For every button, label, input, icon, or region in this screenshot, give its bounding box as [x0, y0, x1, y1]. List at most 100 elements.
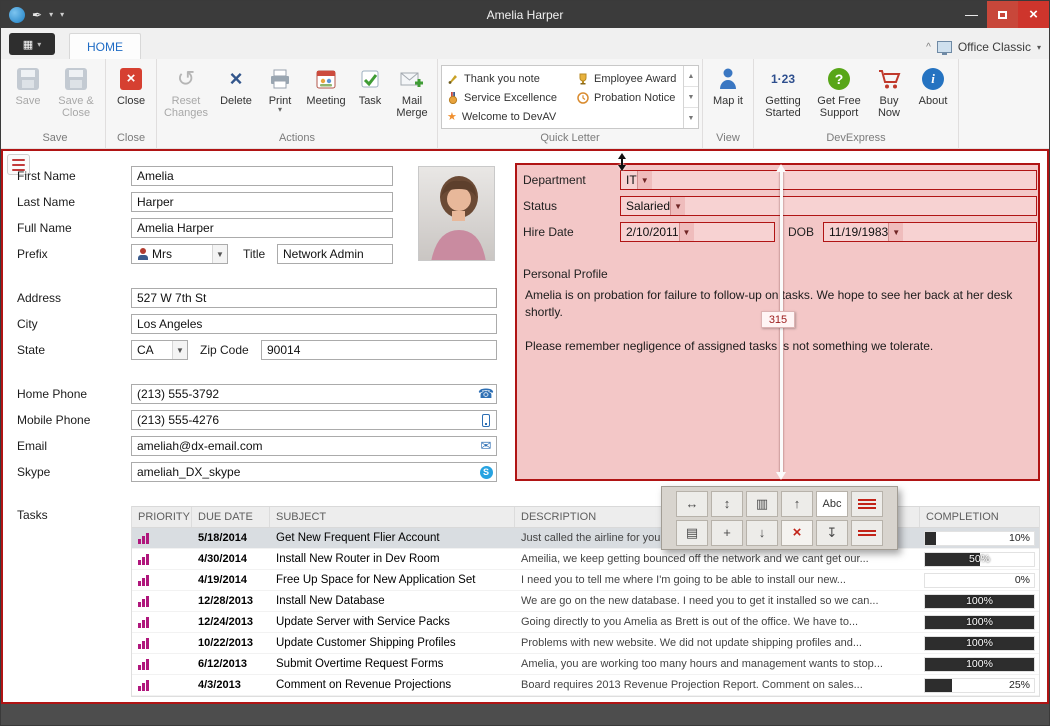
- add-item-icon[interactable]: +: [711, 520, 743, 546]
- save-button[interactable]: Save: [8, 62, 48, 128]
- tasks-grid-body: 5/18/2014 Get New Frequent Flier Account…: [132, 528, 1039, 696]
- table-row[interactable]: 10/22/2013 Update Customer Shipping Prof…: [132, 633, 1039, 654]
- progress-label: 100%: [925, 616, 1034, 629]
- chevron-down-icon[interactable]: ▼: [670, 197, 685, 215]
- stretch-horizontal-icon[interactable]: ↔: [676, 491, 708, 517]
- progress-label: 100%: [925, 658, 1034, 671]
- table-row[interactable]: 12/24/2013 Update Server with Service Pa…: [132, 612, 1039, 633]
- title-input[interactable]: Network Admin: [277, 244, 393, 264]
- description-cell: Board requires 2013 Revenue Projection R…: [515, 679, 920, 691]
- remove-item-icon[interactable]: ×: [781, 520, 813, 546]
- gallery-down-icon[interactable]: ▼: [684, 86, 698, 107]
- about-button[interactable]: i About: [911, 62, 955, 128]
- column-header-priority[interactable]: PRIORITY: [132, 507, 192, 527]
- due-date-cell: 4/19/2014: [192, 574, 270, 586]
- red-lines-icon[interactable]: [851, 491, 883, 517]
- ink-pen-icon[interactable]: ✒: [32, 9, 42, 21]
- collapse-ribbon-icon[interactable]: ^: [926, 42, 931, 53]
- getting-started-button[interactable]: 1·23 Getting Started: [757, 62, 809, 128]
- get-free-support-button[interactable]: ? Get Free Support: [811, 62, 867, 128]
- quick-letter-item[interactable]: Probation Notice: [572, 88, 683, 107]
- maximize-button[interactable]: [987, 1, 1018, 28]
- move-down-icon[interactable]: ↓: [746, 520, 778, 546]
- application-menu-button[interactable]: ▦▾: [9, 33, 55, 55]
- column-header-subject[interactable]: SUBJECT: [270, 507, 515, 527]
- group-caption-quick-letter: Quick Letter: [441, 132, 699, 147]
- table-row[interactable]: 5/18/2014 Get New Frequent Flier Account…: [132, 528, 1039, 549]
- completion-cell: 0%: [920, 573, 1039, 588]
- qat-dropdown-icon[interactable]: ▾: [60, 10, 64, 19]
- personal-profile-memo[interactable]: Amelia is on probation for failure to fo…: [525, 287, 1030, 372]
- home-phone-input[interactable]: (213) 555-3792☎: [131, 384, 497, 404]
- table-row[interactable]: 6/12/2013 Submit Overtime Request Forms …: [132, 654, 1039, 675]
- abc-label-button[interactable]: Abc: [816, 491, 848, 517]
- delete-button[interactable]: × Delete: [214, 62, 258, 128]
- chevron-down-icon[interactable]: ▼: [212, 245, 227, 263]
- quick-letter-item[interactable]: ★ Welcome to DevAV: [442, 107, 572, 126]
- group-caption-devexpress: DevExpress: [757, 132, 955, 147]
- priority-cell: [132, 595, 192, 607]
- chevron-down-icon[interactable]: ▼: [679, 223, 694, 241]
- envelope-icon[interactable]: ✉: [476, 438, 496, 454]
- mobile-phone-input[interactable]: (213) 555-4276: [131, 410, 497, 430]
- table-row[interactable]: 4/30/2014 Install New Router in Dev Room…: [132, 549, 1039, 570]
- dob-picker[interactable]: 11/19/1983▼: [823, 222, 1037, 242]
- skype-icon[interactable]: S: [476, 466, 496, 479]
- app-window: ✒ ▾ ▾ Amelia Harper — × ▦▾ HOME ^ Office…: [0, 0, 1050, 726]
- map-it-button[interactable]: Map it: [706, 62, 750, 128]
- gallery-dropdown-icon[interactable]: ▼: [684, 107, 698, 128]
- split-rows-icon[interactable]: ▤: [676, 520, 708, 546]
- quick-letter-item[interactable]: Thank you note: [442, 69, 572, 88]
- print-button[interactable]: Print ▾: [260, 62, 300, 128]
- close-button[interactable]: × Close: [109, 62, 153, 128]
- details-panel-highlighted[interactable]: Department IT▼ Status Salaried▼ Hire Dat…: [515, 163, 1040, 481]
- chevron-down-icon[interactable]: ▼: [172, 341, 187, 359]
- mobile-phone-icon[interactable]: [476, 414, 496, 427]
- last-name-input[interactable]: Harper: [131, 192, 393, 212]
- ribbon-group-view: Map it View: [703, 59, 754, 148]
- insert-below-icon[interactable]: ↧: [816, 520, 848, 546]
- hire-date-label: Hire Date: [523, 225, 574, 239]
- chevron-down-icon[interactable]: ▾: [1037, 43, 1041, 52]
- column-header-completion[interactable]: COMPLETION: [920, 507, 1039, 527]
- quick-letter-item[interactable]: Employee Award: [572, 69, 683, 88]
- minimize-button[interactable]: —: [956, 1, 987, 28]
- zip-code-input[interactable]: 90014: [261, 340, 497, 360]
- status-combobox[interactable]: Salaried▼: [620, 196, 1037, 216]
- chevron-down-icon[interactable]: ▼: [888, 223, 903, 241]
- stretch-vertical-icon[interactable]: ↕: [711, 491, 743, 517]
- table-row[interactable]: 12/28/2013 Install New Database We are g…: [132, 591, 1039, 612]
- table-row[interactable]: 4/19/2014 Free Up Space for New Applicat…: [132, 570, 1039, 591]
- task-button[interactable]: Task: [352, 62, 388, 128]
- question-icon: ?: [825, 65, 853, 93]
- chevron-down-icon[interactable]: ▾: [49, 10, 53, 19]
- table-row[interactable]: 4/3/2013 Comment on Revenue Projections …: [132, 675, 1039, 696]
- quick-letter-item[interactable]: Service Excellence: [442, 88, 572, 107]
- buy-now-button[interactable]: Buy Now: [869, 62, 909, 128]
- maximize-icon: [998, 11, 1007, 19]
- skype-input[interactable]: ameliah_DX_skypeS: [131, 462, 497, 482]
- meeting-button[interactable]: Meeting: [302, 62, 350, 128]
- skin-selector-label[interactable]: Office Classic: [958, 40, 1031, 54]
- department-combobox[interactable]: IT▼: [620, 170, 1037, 190]
- city-input[interactable]: Los Angeles: [131, 314, 497, 334]
- gallery-up-icon[interactable]: ▲: [684, 66, 698, 86]
- hire-date-picker[interactable]: 2/10/2011▼: [620, 222, 775, 242]
- column-header-due-date[interactable]: DUE DATE: [192, 507, 270, 527]
- email-input[interactable]: ameliah@dx-email.com✉: [131, 436, 497, 456]
- red-grid-icon[interactable]: [851, 520, 883, 546]
- save-and-close-button[interactable]: Save & Close: [50, 62, 102, 128]
- full-name-input[interactable]: Amelia Harper: [131, 218, 393, 238]
- phone-icon[interactable]: ☎: [476, 386, 496, 402]
- move-up-icon[interactable]: ↑: [781, 491, 813, 517]
- first-name-input[interactable]: Amelia: [131, 166, 393, 186]
- prefix-combobox[interactable]: Mrs▼: [131, 244, 228, 264]
- tab-home[interactable]: HOME: [69, 33, 141, 59]
- address-input[interactable]: 527 W 7th St: [131, 288, 497, 308]
- reset-changes-button[interactable]: ↺ Reset Changes: [160, 62, 212, 128]
- split-columns-icon[interactable]: ▥: [746, 491, 778, 517]
- close-window-button[interactable]: ×: [1018, 1, 1049, 28]
- state-combobox[interactable]: CA▼: [131, 340, 188, 360]
- chevron-down-icon[interactable]: ▼: [637, 171, 652, 189]
- mail-merge-button[interactable]: Mail Merge: [390, 62, 434, 128]
